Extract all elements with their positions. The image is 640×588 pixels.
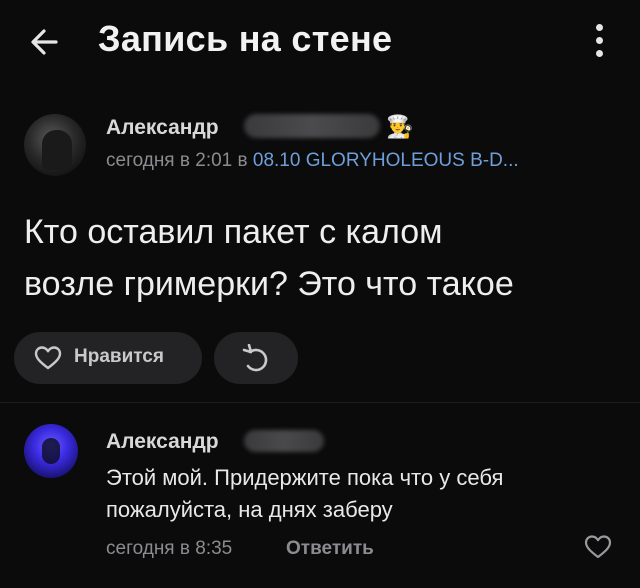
group-link[interactable]: 08.10 GLORYHOLEOUS B-D... — [253, 150, 519, 171]
share-icon — [242, 344, 268, 372]
author-surname-redacted — [244, 114, 380, 138]
comment-time: сегодня в 8:35 — [106, 538, 233, 559]
page-title: Запись на стене — [98, 18, 393, 59]
like-button[interactable]: Нравится — [14, 332, 202, 384]
post-author-name[interactable]: Александр — [106, 116, 219, 140]
divider — [0, 402, 640, 403]
heart-icon — [34, 346, 62, 370]
post-meta: сегодня в 2:01 в 08.10 GLORYHOLEOUS B-D.… — [106, 150, 519, 172]
commenter-surname-redacted — [244, 430, 324, 452]
share-button[interactable] — [214, 332, 298, 384]
comment-text: Этой мой. Придержите пока что у себя пож… — [106, 462, 616, 526]
reply-button[interactable]: Ответить — [286, 538, 374, 560]
commenter-avatar[interactable] — [24, 424, 78, 478]
more-vertical-icon[interactable] — [592, 24, 606, 62]
author-avatar[interactable] — [24, 114, 86, 176]
back-arrow-icon[interactable] — [26, 22, 66, 62]
post-text: Кто оставил пакет с калом возле гримерки… — [24, 206, 624, 310]
like-label: Нравится — [74, 346, 164, 367]
post-text-line: возле гримерки? Это что такое — [24, 265, 514, 303]
post-text-line: Кто оставил пакет с калом — [24, 213, 443, 251]
comment-author-name[interactable]: Александр — [106, 430, 219, 454]
post-time: сегодня в 2:01 в — [106, 150, 253, 171]
author-status-emoji: 👨‍🍳 — [386, 114, 414, 139]
comment-text-line: пожалуйста, на днях заберу — [106, 497, 393, 522]
app-header: Запись на стене — [0, 0, 640, 82]
comment-like-heart-icon[interactable] — [584, 534, 612, 560]
comment-text-line: Этой мой. Придержите пока что у себя — [106, 465, 504, 490]
post-header: Александр 👨‍🍳 сегодня в 2:01 в 08.10 GLO… — [0, 100, 640, 186]
